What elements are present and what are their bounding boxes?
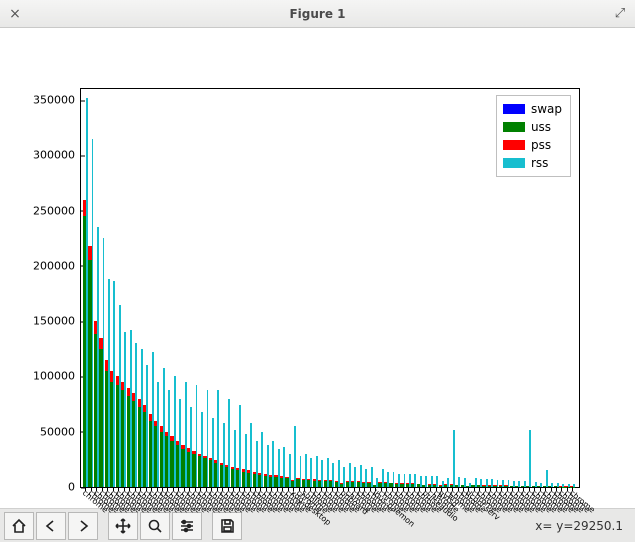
bar <box>453 430 455 487</box>
pan-button[interactable] <box>108 512 138 540</box>
legend-label: pss <box>531 136 551 154</box>
legend-swatch <box>503 122 525 132</box>
legend-label: swap <box>531 100 562 118</box>
legend-item: pss <box>503 136 562 154</box>
legend-item: swap <box>503 100 562 118</box>
bar <box>529 430 531 487</box>
maximize-icon[interactable]: ⤢ <box>611 6 629 21</box>
bar <box>573 484 575 487</box>
legend-label: rss <box>531 154 548 172</box>
close-icon[interactable]: × <box>6 6 24 22</box>
plot-axes: swapusspssrss 05000010000015000020000025… <box>80 88 580 488</box>
window-title: Figure 1 <box>0 7 635 21</box>
legend-swatch <box>503 158 525 168</box>
save-button[interactable] <box>212 512 242 540</box>
y-tick-label: 100000 <box>33 370 81 383</box>
bar <box>546 470 548 487</box>
zoom-button[interactable] <box>140 512 170 540</box>
legend-swatch <box>503 104 525 114</box>
y-tick-label: 50000 <box>40 425 81 438</box>
home-button[interactable] <box>4 512 34 540</box>
legend-item: uss <box>503 118 562 136</box>
y-tick-label: 350000 <box>33 94 81 107</box>
y-tick-label: 300000 <box>33 149 81 162</box>
window-titlebar: × Figure 1 ⤢ <box>0 0 635 28</box>
legend-swatch <box>503 140 525 150</box>
figure-canvas: swapusspssrss 0 50000 100000 150000 200000 25… <box>0 28 635 508</box>
back-button[interactable] <box>36 512 66 540</box>
legend-label: uss <box>531 118 551 136</box>
legend: swapusspssrss <box>496 95 571 177</box>
y-tick-label: 0 <box>68 481 81 494</box>
forward-button[interactable] <box>68 512 98 540</box>
y-tick-label: 250000 <box>33 204 81 217</box>
configure-subplots-button[interactable] <box>172 512 202 540</box>
coord-readout: x= y=29250.1 <box>535 519 631 533</box>
y-tick-label: 200000 <box>33 259 81 272</box>
y-tick-label: 150000 <box>33 315 81 328</box>
legend-item: rss <box>503 154 562 172</box>
